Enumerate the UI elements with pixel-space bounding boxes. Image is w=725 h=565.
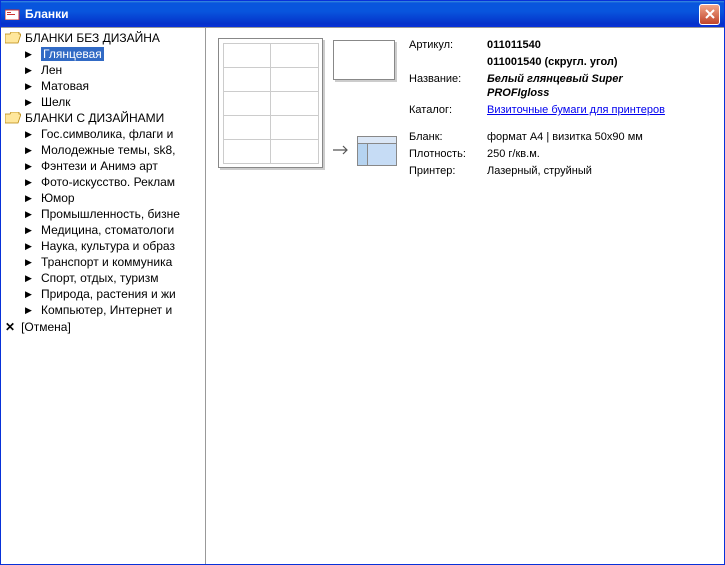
tree-group-label: БЛАНКИ С ДИЗАЙНАМИ (25, 111, 164, 125)
titlebar: Бланки (1, 1, 724, 27)
printer-value: Лазерный, струйный (487, 164, 592, 178)
catalog-label: Каталог: (409, 103, 487, 117)
tree-item[interactable]: ▶ Фото-искусство. Реклам (11, 174, 205, 190)
info-column: Артикул: 011011540 011001540 (скругл. уг… (409, 38, 667, 181)
tree-label: Молодежные темы, sk8, (41, 143, 176, 157)
tree-group-no-design[interactable]: БЛАНКИ БЕЗ ДИЗАЙНА (1, 30, 205, 46)
name-value: Белый глянцевый Super PROFIgloss (487, 72, 667, 100)
articul-label: Артикул: (409, 38, 487, 52)
folder-open-icon (5, 112, 21, 124)
arrow-icon: ▶ (25, 97, 33, 108)
tree-label: Фэнтези и Анимэ арт (41, 159, 158, 173)
window-title: Бланки (25, 7, 699, 21)
tree-label: Транспорт и коммуника (41, 255, 172, 269)
tree-item-silk[interactable]: ▶ Шелк (11, 94, 205, 110)
tree-label: Медицина, стоматологи (41, 223, 174, 237)
tree-label: Природа, растения и жи (41, 287, 176, 301)
arrow-icon: ▶ (25, 49, 33, 60)
tree-item[interactable]: ▶ Компьютер, Интернет и (11, 302, 205, 318)
cancel-label: [Отмена] (21, 320, 71, 334)
tree-items-1: ▶ Глянцевая ▶ Лен ▶ Матовая ▶ Шелк (1, 46, 205, 110)
tree-item-glossy[interactable]: ▶ Глянцевая (11, 46, 205, 62)
arrow-icon: ▶ (25, 257, 33, 268)
tree-item[interactable]: ▶ Гос.символика, флаги и (11, 126, 205, 142)
density-label: Плотность: (409, 147, 487, 161)
arrow-icon: ▶ (25, 209, 33, 220)
tree-item[interactable]: ▶ Юмор (11, 190, 205, 206)
tree-item[interactable]: ▶ Природа, растения и жи (11, 286, 205, 302)
arrow-icon: ▶ (25, 65, 33, 76)
arrow-icon: ▶ (25, 129, 33, 140)
close-button[interactable] (699, 4, 720, 25)
client-area: БЛАНКИ БЕЗ ДИЗАЙНА ▶ Глянцевая ▶ Лен ▶ Мато… (1, 27, 724, 564)
tree-group-with-design[interactable]: БЛАНКИ С ДИЗАЙНАМИ (1, 110, 205, 126)
arrow-icon: ▶ (25, 193, 33, 204)
tree-group-label: БЛАНКИ БЕЗ ДИЗАЙНА (25, 31, 160, 45)
arrow-icon: ▶ (25, 289, 33, 300)
cancel-item[interactable]: ✕ [Отмена] (1, 318, 205, 336)
density-value: 250 г/кв.м. (487, 147, 540, 161)
editor-icon (357, 136, 397, 166)
articul-value-1: 011011540 (487, 38, 541, 52)
tree-label: Гос.символика, флаги и (41, 127, 173, 141)
card-preview (333, 40, 395, 80)
arrow-icon: ▶ (25, 145, 33, 156)
tree-label: Шелк (41, 95, 71, 109)
x-icon: ✕ (5, 320, 15, 334)
tree-item[interactable]: ▶ Промышленность, бизне (11, 206, 205, 222)
tree-label: Наука, культура и образ (41, 239, 175, 253)
tree-label: Лен (41, 63, 62, 77)
tree-item[interactable]: ▶ Транспорт и коммуника (11, 254, 205, 270)
tree-label: Фото-искусство. Реклам (41, 175, 175, 189)
arrow-icon: ▶ (25, 305, 33, 316)
blank-value: формат А4 | визитка 50x90 мм (487, 130, 643, 144)
tree-item[interactable]: ▶ Фэнтези и Анимэ арт (11, 158, 205, 174)
arrow-icon: ▶ (25, 241, 33, 252)
open-editor-row[interactable] (333, 136, 397, 166)
tree-label: Матовая (41, 79, 89, 93)
preview-column (218, 38, 397, 166)
app-icon (5, 7, 21, 21)
tree-label: Юмор (41, 191, 75, 205)
tree-label: Компьютер, Интернет и (41, 303, 172, 317)
arrow-right-icon (333, 143, 351, 159)
details-panel: Артикул: 011011540 011001540 (скругл. уг… (206, 28, 724, 564)
arrow-icon: ▶ (25, 177, 33, 188)
sidebar: БЛАНКИ БЕЗ ДИЗАЙНА ▶ Глянцевая ▶ Лен ▶ Мато… (1, 28, 206, 564)
catalog-link[interactable]: Визиточные бумаги для принтеров (487, 104, 665, 116)
tree-item-matte[interactable]: ▶ Матовая (11, 78, 205, 94)
printer-label: Принтер: (409, 164, 487, 178)
arrow-icon: ▶ (25, 161, 33, 172)
name-label: Название: (409, 72, 487, 100)
tree-label: Спорт, отдых, туризм (41, 271, 159, 285)
sheet-preview (218, 38, 323, 168)
tree-item[interactable]: ▶ Медицина, стоматологи (11, 222, 205, 238)
arrow-icon: ▶ (25, 273, 33, 284)
arrow-icon: ▶ (25, 225, 33, 236)
blank-label: Бланк: (409, 130, 487, 144)
tree-item[interactable]: ▶ Молодежные темы, sk8, (11, 142, 205, 158)
tree-item-linen[interactable]: ▶ Лен (11, 62, 205, 78)
tree-items-2: ▶ Гос.символика, флаги и ▶ Молодежные темы… (1, 126, 205, 318)
arrow-icon: ▶ (25, 81, 33, 92)
tree-item[interactable]: ▶ Спорт, отдых, туризм (11, 270, 205, 286)
tree-label: Глянцевая (41, 47, 104, 61)
articul-value-2: 011001540 (скругл. угол) (487, 55, 618, 69)
app-window: Бланки БЛАНКИ БЕЗ ДИЗАЙНА ▶ Глянцевая ▶ Ле… (0, 0, 725, 565)
folder-open-icon (5, 32, 21, 44)
tree-label: Промышленность, бизне (41, 207, 180, 221)
tree-item[interactable]: ▶ Наука, культура и образ (11, 238, 205, 254)
